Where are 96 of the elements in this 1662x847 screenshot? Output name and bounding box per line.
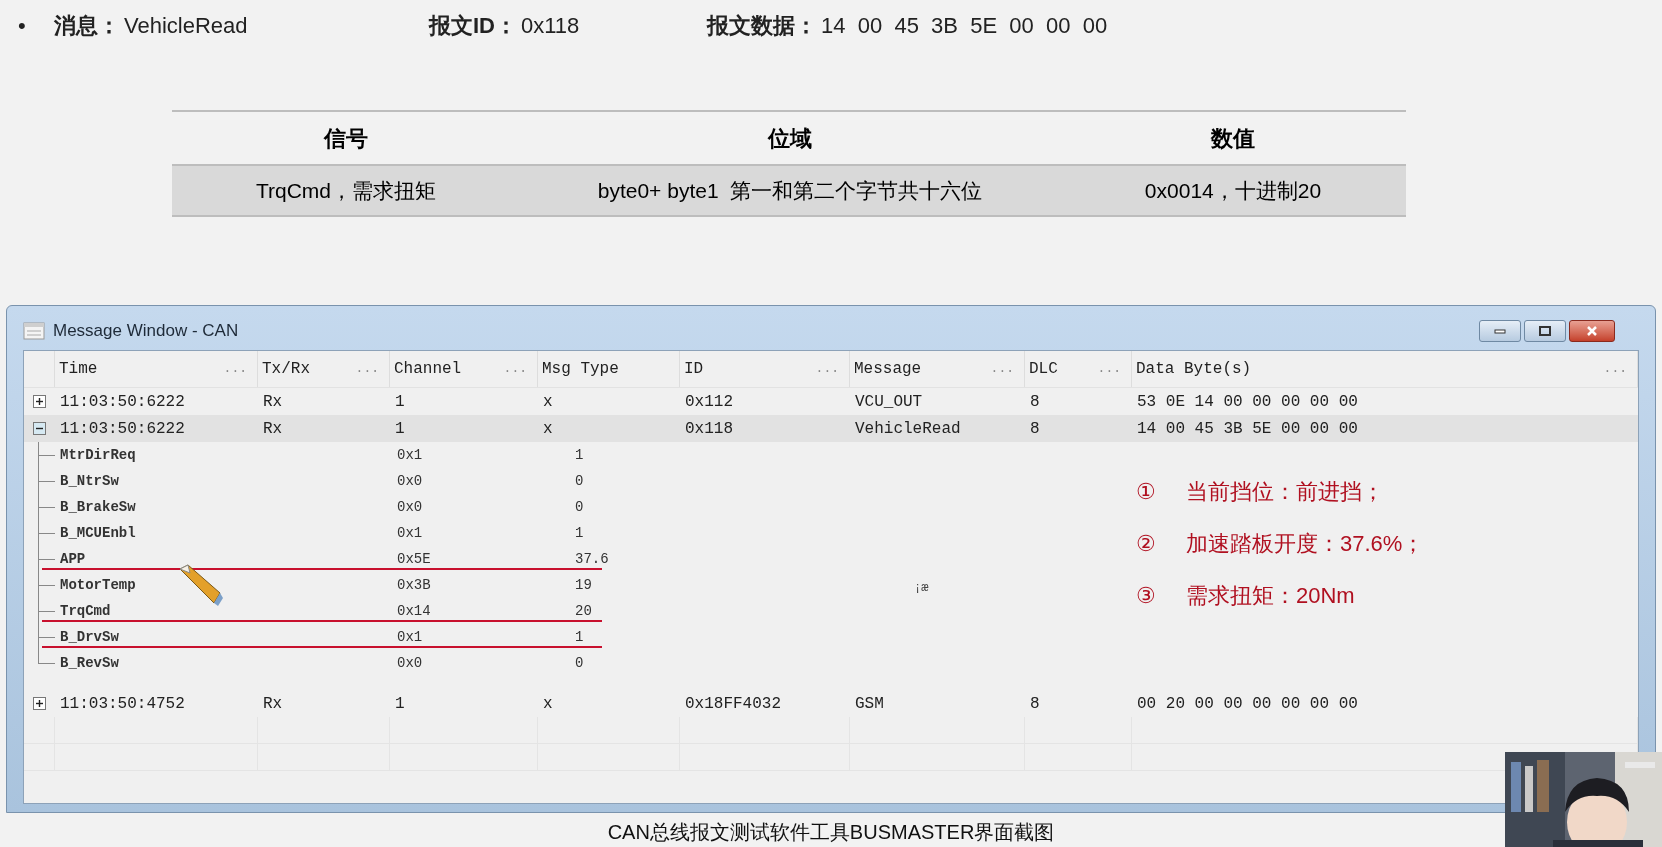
- step-number: ①: [1136, 478, 1157, 506]
- column-header[interactable]: Message: [854, 357, 922, 381]
- column-header: 信号: [322, 124, 369, 153]
- signal-name: B_BrakeSw: [60, 498, 136, 515]
- physical-value: 0: [575, 654, 584, 671]
- raw-value: 0x1: [397, 524, 423, 541]
- close-icon: [1586, 326, 1598, 336]
- dlc-cell: 8: [1030, 694, 1040, 713]
- column-header[interactable]: Time: [59, 357, 98, 381]
- expand-icon[interactable]: [33, 697, 46, 710]
- column-header: 数值: [1209, 124, 1256, 153]
- message-cell: VehicleRead: [855, 419, 961, 438]
- type-cell: x: [543, 392, 553, 411]
- field-value: 0x118: [521, 11, 580, 40]
- signal-name: MtrDirReq: [60, 446, 136, 463]
- signal-name: MotorTemp: [60, 576, 136, 593]
- time-cell: 11:03:50:6222: [60, 392, 185, 411]
- physical-value: 0: [575, 498, 584, 515]
- step-number: ③: [1136, 582, 1157, 610]
- column-header[interactable]: Data Byte(s): [1136, 357, 1252, 381]
- column-header[interactable]: ID: [684, 357, 704, 381]
- caption: CAN总线报文测试软件工具BUSMASTER界面截图: [607, 821, 1055, 843]
- annotation-text: 当前挡位：前进挡；: [1186, 478, 1384, 506]
- raw-value: 0x5E: [397, 550, 431, 567]
- signal-name: B_DrvSw: [60, 628, 119, 645]
- window-app-icon: [23, 321, 45, 341]
- stray-text: ¡æ: [914, 580, 929, 597]
- raw-value: 0x1: [397, 628, 423, 645]
- direction-cell: Rx: [263, 392, 283, 411]
- raw-value: 0x14: [397, 602, 431, 619]
- column-header: 位域: [766, 124, 813, 153]
- maximize-button[interactable]: [1524, 320, 1566, 342]
- signal-name: B_MCUEnbl: [60, 524, 136, 541]
- signal-row[interactable]: B_RevSw 0x0 0: [24, 650, 1638, 676]
- type-cell: x: [543, 419, 553, 438]
- channel-cell: 1: [395, 392, 405, 411]
- physical-value: 0: [575, 472, 584, 489]
- signal-row[interactable]: MtrDirReq 0x1 1: [24, 442, 1638, 468]
- raw-value: 0x0: [397, 498, 423, 515]
- signal-row[interactable]: B_DrvSw 0x1 1: [24, 624, 1638, 650]
- channel-cell: 1: [395, 694, 405, 713]
- message-cell: GSM: [855, 694, 884, 713]
- maximize-icon: [1539, 326, 1551, 336]
- direction-cell: Rx: [263, 419, 283, 438]
- time-cell: 11:03:50:4752: [60, 694, 185, 713]
- table-cell-text: byte0+ byte1 第一和第二个字节共十六位: [596, 177, 984, 204]
- signal-name: B_RevSw: [60, 654, 119, 671]
- step-number: ②: [1136, 530, 1157, 558]
- id-cell: 0x112: [685, 392, 733, 411]
- direction-cell: Rx: [263, 694, 283, 713]
- data-cell: 14 00 45 3B 5E 00 00 00: [1137, 419, 1358, 438]
- bullet-marker: •: [18, 11, 27, 40]
- id-cell: 0x18FF4032: [685, 694, 781, 713]
- time-cell: 11:03:50:6222: [60, 419, 185, 438]
- signal-name: TrqCmd: [60, 602, 111, 619]
- physical-value: 1: [575, 628, 584, 645]
- minimize-icon: [1494, 328, 1506, 334]
- dlc-cell: 8: [1030, 419, 1040, 438]
- field-label: 报文数据：: [707, 11, 817, 40]
- field-label: 报文ID：: [429, 11, 517, 40]
- physical-value: 1: [575, 524, 584, 541]
- dlc-cell: 8: [1030, 392, 1040, 411]
- message-row[interactable]: 11:03:50:6222 Rx 1 x 0x112 VCU_OUT 8 53 0E 14 00 00 00 00 00: [24, 388, 1638, 415]
- column-header[interactable]: Channel: [394, 357, 462, 381]
- table-cell-text: TrqCmd，需求扭矩: [254, 177, 438, 204]
- raw-value: 0x0: [397, 654, 423, 671]
- type-cell: x: [543, 694, 553, 713]
- field-label: 消息：: [54, 11, 120, 40]
- physical-value: 20: [575, 602, 592, 619]
- selected-row[interactable]: 11:03:50:6222 Rx 1 x 0x118 VehicleRead 8 14 00 45 3B 5E 00 00 00: [24, 415, 1638, 442]
- signal-name: B_NtrSw: [60, 472, 119, 489]
- field-value: VehicleRead: [124, 11, 248, 40]
- table-cell-text: 0x0014，十进制20: [1143, 177, 1323, 204]
- raw-value: 0x1: [397, 446, 423, 463]
- collapse-icon[interactable]: [33, 422, 46, 435]
- data-cell: 53 0E 14 00 00 00 00 00: [1137, 392, 1358, 411]
- message-row[interactable]: 11:03:50:4752 Rx 1 x 0x18FF4032 GSM 8 00 20 00 00 00 00 00 00: [24, 690, 1638, 717]
- physical-value: 37.6: [575, 550, 609, 567]
- id-cell: 0x118: [685, 419, 733, 438]
- signal-name: APP: [60, 550, 86, 567]
- channel-cell: 1: [395, 419, 405, 438]
- raw-value: 0x0: [397, 472, 423, 489]
- window-title: Message Window - CAN: [53, 320, 239, 343]
- close-button[interactable]: [1569, 320, 1615, 342]
- annotation-text: 需求扭矩：20Nm: [1186, 582, 1355, 610]
- column-header[interactable]: DLC: [1029, 357, 1058, 381]
- raw-value: 0x3B: [397, 576, 431, 593]
- physical-value: 1: [575, 446, 584, 463]
- expand-icon[interactable]: [33, 395, 46, 408]
- column-header[interactable]: Msg Type: [542, 357, 619, 381]
- field-value: 14 00 45 3B 5E 00 00 00: [821, 11, 1108, 40]
- message-cell: VCU_OUT: [855, 392, 923, 411]
- data-cell: 00 20 00 00 00 00 00 00: [1137, 694, 1358, 713]
- physical-value: 19: [575, 576, 592, 593]
- annotation-text: 加速踏板开度：37.6%；: [1186, 530, 1425, 558]
- column-header[interactable]: Tx/Rx: [262, 357, 310, 381]
